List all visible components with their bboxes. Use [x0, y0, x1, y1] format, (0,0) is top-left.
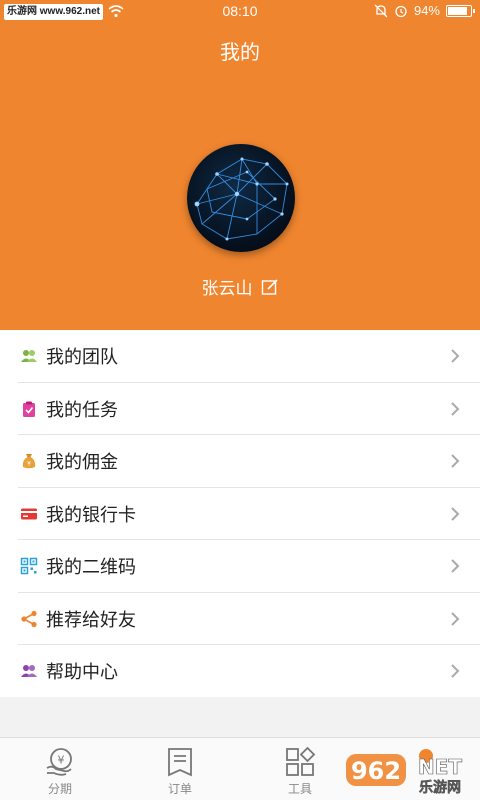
chevron-right-icon — [451, 454, 460, 468]
installment-icon: ¥ — [46, 748, 72, 776]
qr-code-icon — [20, 558, 38, 575]
svg-text:¥: ¥ — [27, 461, 31, 468]
watermark-number: 962 — [351, 757, 401, 785]
menu-item-commission[interactable]: ¥ 我的佣金 — [0, 435, 480, 488]
menu-item-label: 推荐给好友 — [46, 609, 136, 631]
profile-header: 我的 张云山 — [0, 24, 480, 330]
status-right: 94% — [374, 3, 475, 18]
status-bar: 乐游网 www.962.net 08:10 94% — [0, 0, 480, 24]
user-row: 张云山 — [0, 274, 480, 299]
commission-icon: ¥ — [22, 454, 36, 469]
tools-icon — [286, 746, 316, 776]
svg-text:¥: ¥ — [58, 754, 65, 767]
mute-bell-icon — [374, 4, 388, 17]
menu-item-share[interactable]: 推荐给好友 — [0, 592, 480, 645]
tab-tools[interactable]: 工具 — [240, 738, 360, 800]
task-icon — [23, 401, 35, 417]
team-icon — [21, 350, 37, 363]
watermark-logo: 962 NET 乐游网 — [346, 754, 463, 796]
page-title: 我的 — [220, 40, 260, 64]
username: 张云山 — [201, 279, 253, 299]
tab-installment[interactable]: ¥ 分期 — [0, 738, 120, 800]
menu-item-label: 我的佣金 — [46, 452, 118, 474]
chevron-right-icon — [451, 559, 460, 573]
menu-list: 我的团队 我的任务 ¥ 我的佣金 我的银行卡 我的二维码 推荐给好友 帮助中心 — [0, 330, 480, 698]
menu-item-bank-card[interactable]: 我的银行卡 — [0, 487, 480, 540]
chevron-right-icon — [451, 401, 460, 416]
battery-percent: 94% — [413, 3, 440, 18]
watermark-site-name: 乐游网 — [419, 779, 461, 796]
watermark-net: NET — [418, 755, 462, 779]
help-icon — [21, 665, 37, 678]
menu-item-label: 我的二维码 — [46, 557, 136, 579]
network-graphic-icon — [194, 157, 289, 241]
menu-item-label: 帮助中心 — [46, 662, 118, 684]
menu-item-qr-code[interactable]: 我的二维码 — [0, 540, 480, 593]
chevron-right-icon — [451, 664, 460, 678]
battery-icon — [446, 4, 475, 17]
menu-item-help[interactable]: 帮助中心 — [0, 645, 480, 698]
menu-item-task[interactable]: 我的任务 — [0, 382, 480, 435]
chevron-right-icon — [451, 349, 460, 363]
tab-label: 订单 — [167, 782, 192, 796]
menu-item-team[interactable]: 我的团队 — [0, 330, 480, 383]
menu-item-label: 我的团队 — [46, 347, 118, 369]
tab-order[interactable]: 订单 — [120, 738, 240, 800]
bank-card-icon — [21, 508, 37, 520]
tab-label: 工具 — [287, 782, 312, 796]
menu-item-label: 我的银行卡 — [46, 504, 136, 526]
edit-icon[interactable] — [261, 278, 279, 296]
spacer — [0, 697, 480, 737]
order-icon — [168, 748, 192, 777]
chevron-right-icon — [451, 611, 460, 626]
tab-label: 分期 — [47, 782, 72, 796]
menu-item-label: 我的任务 — [46, 399, 118, 421]
alarm-icon — [395, 5, 407, 17]
chevron-right-icon — [451, 506, 460, 521]
share-icon — [21, 610, 37, 627]
avatar[interactable] — [187, 144, 295, 252]
